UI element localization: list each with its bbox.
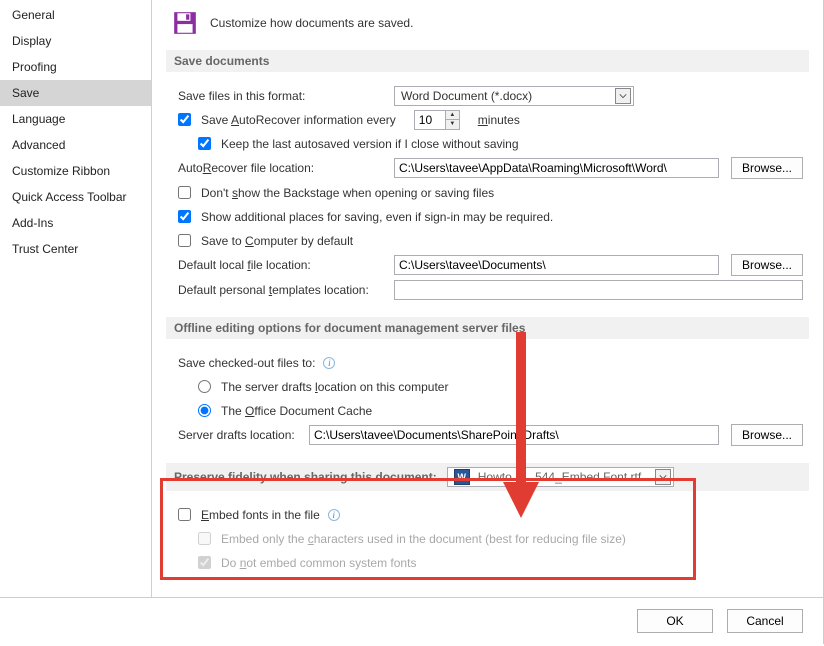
autorecover-minutes-spinner[interactable]: ▲▼	[414, 110, 460, 130]
embed-only-characters-label: Embed only the characters used in the do…	[221, 532, 626, 546]
save-format-label: Save files in this format:	[178, 89, 388, 103]
content-panel: Customize how documents are saved. Save …	[152, 0, 823, 597]
save-format-combo[interactable]: Word Document (*.docx)	[394, 86, 634, 106]
dialog-footer: OK Cancel	[0, 598, 824, 644]
sidebar-item-proofing[interactable]: Proofing	[0, 54, 151, 80]
ok-button[interactable]: OK	[637, 609, 713, 633]
section-title-save-documents: Save documents	[166, 50, 809, 72]
header-description: Customize how documents are saved.	[210, 16, 413, 30]
info-icon[interactable]: i	[323, 357, 335, 369]
templates-location-label: Default personal templates location:	[178, 283, 388, 297]
sidebar-item-save[interactable]: Save	[0, 80, 151, 106]
save-to-computer-checkbox[interactable]	[178, 234, 191, 247]
sidebar-item-display[interactable]: Display	[0, 28, 151, 54]
save-icon	[172, 10, 198, 36]
sidebar-item-general[interactable]: General	[0, 2, 151, 28]
dont-show-backstage-checkbox[interactable]	[178, 186, 191, 199]
chevron-down-icon	[655, 469, 671, 485]
embed-fonts-label: Embed fonts in the file	[201, 508, 320, 522]
keep-last-autosaved-checkbox[interactable]	[198, 137, 211, 150]
do-not-embed-common-fonts-label: Do not embed common system fonts	[221, 556, 416, 570]
sidebar-item-quick-access[interactable]: Quick Access Toolbar	[0, 184, 151, 210]
word-document-icon: W	[454, 469, 470, 485]
show-additional-places-checkbox[interactable]	[178, 210, 191, 223]
do-not-embed-common-fonts-checkbox	[198, 556, 211, 569]
autorecover-location-input[interactable]	[394, 158, 719, 178]
server-drafts-browse-button[interactable]: Browse...	[731, 424, 803, 446]
sidebar: General Display Proofing Save Language A…	[0, 0, 152, 597]
embed-only-characters-checkbox	[198, 532, 211, 545]
section-title-offline: Offline editing options for document man…	[166, 317, 809, 339]
sidebar-item-trust-center[interactable]: Trust Center	[0, 236, 151, 262]
dont-show-backstage-label: Don't show the Backstage when opening or…	[201, 186, 494, 200]
templates-location-input[interactable]	[394, 280, 803, 300]
autorecover-checkbox[interactable]	[178, 113, 191, 126]
show-additional-places-label: Show additional places for saving, even …	[201, 210, 553, 224]
autorecover-browse-button[interactable]: Browse...	[731, 157, 803, 179]
embed-fonts-checkbox[interactable]	[178, 508, 191, 521]
autorecover-location-label: AutoRecover file location:	[178, 161, 388, 175]
minutes-label: minutes	[478, 113, 520, 127]
default-local-browse-button[interactable]: Browse...	[731, 254, 803, 276]
keep-last-autosaved-label: Keep the last autosaved version if I clo…	[221, 137, 519, 151]
cancel-button[interactable]: Cancel	[727, 609, 803, 633]
section-title-preserve: Preserve fidelity when sharing this docu…	[166, 463, 809, 491]
sidebar-item-customize-ribbon[interactable]: Customize Ribbon	[0, 158, 151, 184]
office-document-cache-label: The Office Document Cache	[221, 404, 372, 418]
server-drafts-location-input[interactable]	[309, 425, 719, 445]
office-document-cache-radio[interactable]	[198, 404, 211, 417]
server-drafts-location-radio[interactable]	[198, 380, 211, 393]
info-icon[interactable]: i	[328, 509, 340, 521]
save-checked-out-label: Save checked-out files to:	[178, 356, 315, 370]
default-local-location-label: Default local file location:	[178, 258, 388, 272]
autorecover-label: Save AutoRecover information every	[201, 113, 396, 127]
save-to-computer-label: Save to Computer by default	[201, 234, 353, 248]
sidebar-item-advanced[interactable]: Advanced	[0, 132, 151, 158]
preserve-document-combo[interactable]: W Howto 544_Embed Font.rtf	[447, 467, 674, 487]
default-local-location-input[interactable]	[394, 255, 719, 275]
sidebar-item-language[interactable]: Language	[0, 106, 151, 132]
sidebar-item-addins[interactable]: Add-Ins	[0, 210, 151, 236]
server-drafts-location-field-label: Server drafts location:	[178, 428, 303, 442]
chevron-down-icon	[615, 88, 631, 104]
server-drafts-location-label: The server drafts location on this compu…	[221, 380, 448, 394]
